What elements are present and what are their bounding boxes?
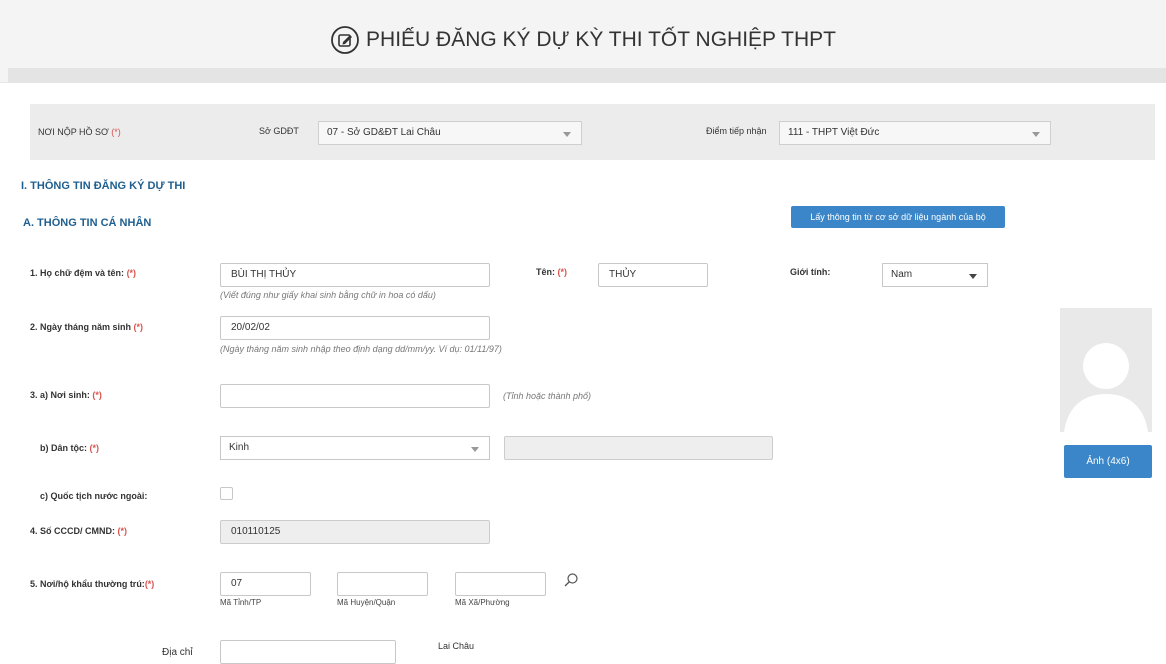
required-mark: (*) xyxy=(111,127,121,137)
ward-code-caption: Mã Xã/Phường xyxy=(455,598,510,607)
upload-photo-button[interactable]: Ảnh (4x6) xyxy=(1064,445,1152,478)
gender-select[interactable]: Nam xyxy=(882,263,988,287)
birthplace-input[interactable] xyxy=(220,384,490,408)
required-mark: (*) xyxy=(117,526,128,536)
fullname-hint: (Viết đúng như giấy khai sinh bằng chữ i… xyxy=(220,290,436,300)
birthplace-hint: (Tỉnh hoặc thành phố) xyxy=(503,391,592,401)
residence-label-text: 5. Nơi/hộ khẩu thường trú: xyxy=(30,579,145,589)
fullname-input[interactable]: BÙI THỊ THỦY xyxy=(220,263,490,287)
page-title: PHIẾU ĐĂNG KÝ DỰ KỲ THI TỐT NGHIỆP THPT xyxy=(0,25,1166,55)
header-strip xyxy=(8,68,1166,82)
foreign-nationality-label: c) Quốc tịch nước ngoài: xyxy=(40,491,148,501)
residence-label: 5. Nơi/hộ khẩu thường trú:(*) xyxy=(30,579,154,589)
chevron-down-icon xyxy=(471,447,479,452)
id-number-label: 4. Số CCCD/ CMND: (*) xyxy=(30,526,127,536)
gender-label: Giới tính: xyxy=(790,267,831,277)
birthdate-label: 2. Ngày tháng năm sinh (*) xyxy=(30,322,143,332)
department-label: Sở GDĐT xyxy=(259,126,299,136)
birthdate-input[interactable]: 20/02/02 xyxy=(220,316,490,340)
ethnicity-label-text: b) Dân tộc: xyxy=(40,443,87,453)
avatar-placeholder-icon xyxy=(1064,343,1148,432)
required-mark: (*) xyxy=(89,443,100,453)
required-mark: (*) xyxy=(557,267,568,277)
submission-place-label: NƠI NỘP HỒ SƠ (*) xyxy=(38,127,121,137)
reception-point-select[interactable]: 111 - THPT Việt Đức xyxy=(779,121,1051,145)
birthdate-hint: (Ngày tháng năm sinh nhập theo định dạng… xyxy=(220,344,502,354)
required-mark: (*) xyxy=(126,268,137,278)
ethnicity-select[interactable]: Kinh xyxy=(220,436,490,460)
province-code-caption: Mã Tỉnh/TP xyxy=(220,598,262,607)
search-icon[interactable] xyxy=(563,572,579,588)
id-number-input: 010110125 xyxy=(220,520,490,544)
department-select[interactable]: 07 - Sở GD&ĐT Lai Châu xyxy=(318,121,582,145)
ethnicity-label: b) Dân tộc: (*) xyxy=(40,443,99,453)
ward-code-input[interactable] xyxy=(455,572,546,596)
birthplace-label-text: 3. a) Nơi sinh: xyxy=(30,390,90,400)
gender-select-value: Nam xyxy=(891,269,913,280)
district-code-input[interactable] xyxy=(337,572,428,596)
given-name-input[interactable]: THỦY xyxy=(598,263,708,287)
address-input[interactable] xyxy=(220,640,396,664)
page-title-text: PHIẾU ĐĂNG KÝ DỰ KỲ THI TỐT NGHIỆP THPT xyxy=(366,28,836,51)
fullname-label: 1. Họ chữ đệm và tên: (*) xyxy=(30,268,136,278)
edit-square-icon xyxy=(331,26,359,54)
province-code-input[interactable]: 07 xyxy=(220,572,311,596)
reception-point-label: Điểm tiếp nhận xyxy=(706,126,767,136)
given-name-label: Tên: (*) xyxy=(536,267,567,277)
chevron-down-icon xyxy=(969,274,977,279)
province-name-text: Lai Châu xyxy=(438,641,475,651)
department-select-value: 07 - Sở GD&ĐT Lai Châu xyxy=(327,127,441,138)
birthplace-label: 3. a) Nơi sinh: (*) xyxy=(30,390,102,400)
id-number-label-text: 4. Số CCCD/ CMND: xyxy=(30,526,115,536)
photo-frame xyxy=(1060,308,1152,432)
birthdate-label-text: 2. Ngày tháng năm sinh xyxy=(30,322,132,332)
chevron-down-icon xyxy=(1032,132,1040,137)
required-mark: (*) xyxy=(144,579,155,589)
given-name-label-text: Tên: xyxy=(536,267,555,277)
section-personal-info: A. THÔNG TIN CÁ NHÂN xyxy=(23,217,152,229)
fetch-ministry-data-button[interactable]: Lấy thông tin từ cơ sở dữ liệu ngành của… xyxy=(791,206,1005,228)
ethnicity-other-input xyxy=(504,436,773,460)
district-code-caption: Mã Huyện/Quận xyxy=(337,598,396,607)
address-label: Địa chỉ xyxy=(162,647,193,658)
reception-point-select-value: 111 - THPT Việt Đức xyxy=(788,127,880,138)
foreign-nationality-checkbox[interactable] xyxy=(220,487,233,500)
submission-place-label-text: NƠI NỘP HỒ SƠ xyxy=(38,127,109,137)
required-mark: (*) xyxy=(92,390,102,400)
ethnicity-select-value: Kinh xyxy=(229,442,250,453)
section-registration-info: I. THÔNG TIN ĐĂNG KÝ DỰ THI xyxy=(21,180,186,192)
chevron-down-icon xyxy=(563,132,571,137)
fullname-label-text: 1. Họ chữ đệm và tên: xyxy=(30,268,125,278)
required-mark: (*) xyxy=(133,322,144,332)
